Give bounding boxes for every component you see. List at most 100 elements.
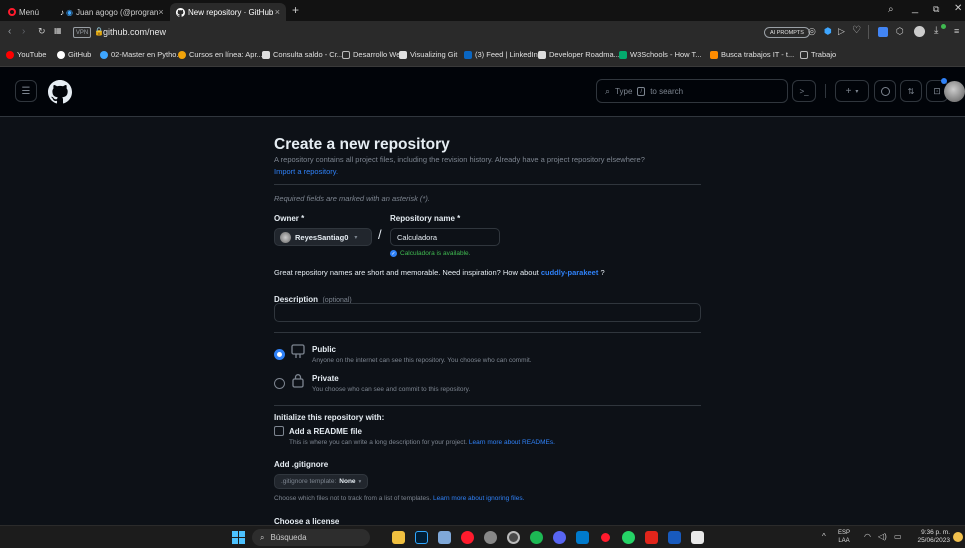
start-button[interactable] xyxy=(232,531,245,544)
tray-chevron-up-icon[interactable]: ^ xyxy=(822,532,826,541)
public-radio[interactable] xyxy=(274,349,285,360)
opera-gx-icon[interactable] xyxy=(599,531,612,544)
private-description: You choose who can see and commit to thi… xyxy=(312,386,471,393)
discord-icon[interactable] xyxy=(553,531,566,544)
import-repository-link[interactable]: Import a repository. xyxy=(274,167,338,176)
divider xyxy=(274,332,701,333)
bookmark-desarrollo[interactable]: Desarrollo Web xyxy=(342,50,405,59)
forward-icon[interactable]: › xyxy=(22,26,25,37)
repository-name-input[interactable]: Calculadora xyxy=(390,228,500,246)
profile-avatar[interactable] xyxy=(914,26,925,37)
user-avatar[interactable] xyxy=(944,81,965,102)
tab-profile[interactable]: ♪ ◉ Juan agogo (@progran × xyxy=(54,3,166,21)
github-desktop-icon[interactable] xyxy=(507,531,520,544)
tab-search-icon[interactable]: ⌕ xyxy=(888,4,894,15)
vpn-badge[interactable]: VPN xyxy=(73,27,91,38)
bookmark-youtube[interactable]: YouTube xyxy=(6,50,46,59)
owner-avatar xyxy=(280,231,291,243)
bookmark-github[interactable]: GitHub xyxy=(57,50,91,59)
gitignore-learn-more-link[interactable]: Learn more about ignoring files. xyxy=(433,495,524,502)
pull-request-icon: ⇅ xyxy=(907,86,915,96)
name-suggestion: Great repository names are short and mem… xyxy=(274,268,605,277)
bookmark-trabajo-folder[interactable]: Trabajo xyxy=(800,50,836,59)
send-icon[interactable]: ▷ xyxy=(838,26,845,37)
speed-dial-icon[interactable]: ▦ xyxy=(54,26,62,35)
notepad-icon[interactable] xyxy=(691,531,704,544)
command-palette-button[interactable]: >_ xyxy=(792,80,816,102)
chevron-down-icon: ▾ xyxy=(354,234,358,241)
hamburger-menu-button[interactable]: ☰ xyxy=(15,80,37,102)
github-search-input[interactable]: ⌕ Type / to search xyxy=(596,79,788,103)
new-tab-button[interactable]: + xyxy=(292,3,299,17)
roadmap-icon xyxy=(538,50,546,59)
download-icon[interactable]: ⤓ xyxy=(934,25,938,36)
word-icon[interactable] xyxy=(668,531,681,544)
bookmark-linkedin[interactable]: (3) Feed | LinkedIn xyxy=(464,50,538,59)
bookmark-python[interactable]: 02-Master en Pytho... xyxy=(100,50,183,59)
reload-icon[interactable]: ↻ xyxy=(38,26,46,37)
taskbar-search[interactable]: ⌕ Búsqueda xyxy=(252,529,370,546)
extension-icon[interactable] xyxy=(878,27,888,37)
volume-icon[interactable]: ◁) xyxy=(878,532,887,541)
box-icon[interactable]: ⬡ xyxy=(896,26,904,37)
folder-icon xyxy=(800,50,808,59)
gitignore-description: Choose which files not to track from a l… xyxy=(274,495,525,502)
pull-requests-button[interactable]: ⇅ xyxy=(900,80,922,102)
menu-icon[interactable]: ≡ xyxy=(954,26,959,36)
owner-select[interactable]: ReyesSantiag0 ▾ xyxy=(274,228,372,246)
close-window-icon[interactable]: ✕ xyxy=(954,3,962,14)
close-tab-icon[interactable]: × xyxy=(158,7,163,17)
bookmark-roadmap[interactable]: Developer Roadma... xyxy=(538,50,620,59)
github-logo-icon[interactable] xyxy=(48,80,72,104)
public-description: Anyone on the internet can see this repo… xyxy=(312,357,532,364)
photoshop-icon[interactable] xyxy=(415,531,428,544)
notification-badge[interactable] xyxy=(953,532,963,542)
back-icon[interactable]: ‹ xyxy=(8,26,11,37)
create-new-button[interactable]: + ▾ xyxy=(835,80,869,102)
w3schools-icon xyxy=(619,50,627,59)
folder-icon xyxy=(342,50,350,59)
description-input[interactable] xyxy=(274,303,701,322)
camera-icon[interactable]: ◎ xyxy=(808,26,816,37)
vscode-icon[interactable] xyxy=(576,531,589,544)
search-icon: ⌕ xyxy=(260,532,265,542)
app-icon[interactable] xyxy=(438,531,451,544)
bookmark-cursos[interactable]: Cursos en línea: Apr... xyxy=(178,50,263,59)
spotify-icon[interactable] xyxy=(530,531,543,544)
settings-icon[interactable] xyxy=(484,531,497,544)
minimize-icon[interactable]: _ xyxy=(912,2,918,14)
file-explorer-icon[interactable] xyxy=(392,531,405,544)
restore-icon[interactable]: ⧉ xyxy=(933,4,939,15)
public-label: Public xyxy=(312,345,337,354)
language-indicator[interactable]: ESP LAA xyxy=(838,529,850,545)
acrobat-icon[interactable] xyxy=(645,531,658,544)
private-radio[interactable] xyxy=(274,378,285,389)
wifi-icon[interactable]: ◠ xyxy=(864,532,871,541)
bookmark-trabajos[interactable]: Busca trabajos IT - t... xyxy=(710,50,794,59)
opera-icon[interactable] xyxy=(461,531,474,544)
ai-prompts-button[interactable]: AI PROMPTS xyxy=(764,27,810,38)
owner-repo-separator: / xyxy=(378,227,382,242)
slash-key-hint: / xyxy=(637,86,646,96)
heart-icon[interactable]: ♡ xyxy=(852,25,861,36)
issues-button[interactable] xyxy=(874,80,896,102)
bookmark-w3schools[interactable]: W3Schools - How T... xyxy=(619,50,702,59)
close-tab-icon[interactable]: × xyxy=(275,7,280,17)
address-bar: ‹ › ↻ ▦ VPN 🔒 github.com/new AI PROMPTS … xyxy=(0,21,965,45)
bookmark-saldo[interactable]: Consulta saldo - Cr... xyxy=(262,50,343,59)
readme-checkbox[interactable] xyxy=(274,426,284,436)
suggested-name-link[interactable]: cuddly-parakeet xyxy=(541,268,599,277)
tab-new-repository[interactable]: New repository · GitHub × xyxy=(170,3,286,21)
readme-description: This is where you can write a long descr… xyxy=(289,439,555,446)
battery-icon[interactable]: ▭ xyxy=(894,532,902,541)
readme-learn-more-link[interactable]: Learn more about READMEs. xyxy=(469,439,555,446)
whatsapp-icon[interactable] xyxy=(622,531,635,544)
youtube-icon xyxy=(6,50,14,59)
bookmark-visualizing-git[interactable]: Visualizing Git xyxy=(399,50,457,59)
gitignore-template-select[interactable]: .gitignore template: None ▾ xyxy=(274,474,369,489)
clock[interactable]: 9:36 p. m. 25/06/2023 xyxy=(908,529,950,545)
url-field[interactable]: github.com/new xyxy=(103,27,166,37)
owner-label: Owner * xyxy=(274,214,305,223)
browser-menu-button[interactable]: Menú xyxy=(2,3,50,21)
shield-icon[interactable]: ⬢ xyxy=(824,26,832,37)
